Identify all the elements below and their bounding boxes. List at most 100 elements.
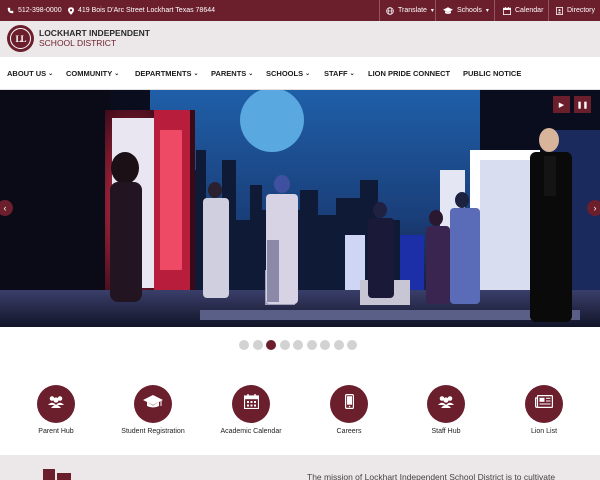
nav-item-label: COMMUNITY	[66, 69, 113, 78]
schools-dropdown[interactable]: Schools ▾	[443, 0, 489, 21]
chevron-down-icon: ⌄	[48, 71, 54, 77]
district-name-line2: SCHOOL DISTRICT	[39, 38, 117, 48]
slide-dot[interactable]	[239, 340, 249, 350]
users-icon	[47, 395, 65, 414]
nav-item-label: STAFF	[324, 69, 348, 78]
graduation-cap-icon	[143, 394, 163, 414]
quick-link-academic-calendar[interactable]: Academic Calendar	[211, 385, 291, 435]
caret-down-icon: ▾	[430, 8, 434, 14]
nav-item-label: SCHOOLS	[266, 69, 304, 78]
quick-link-lion-list[interactable]: Lion List	[504, 385, 584, 435]
slideshow-next-button[interactable]: ›	[587, 200, 600, 216]
nav-item-label: PUBLIC NOTICE	[463, 69, 522, 78]
slide-dot[interactable]	[320, 340, 330, 350]
quick-link-icon-circle	[330, 385, 368, 423]
slideshow-play-button[interactable]: ▶	[553, 96, 570, 113]
slideshow-pause-button[interactable]: ❚❚	[574, 96, 591, 113]
nav-item-community[interactable]: COMMUNITY ⌄	[66, 57, 119, 90]
chevron-down-icon: ⌄	[305, 71, 311, 77]
logo-monogram: LL	[10, 28, 31, 49]
main-navigation: ABOUT US ⌄ COMMUNITY ⌄ DEPARTMENTS ⌄ PARENT…	[0, 57, 600, 90]
nav-item-public-notice[interactable]: PUBLIC NOTICE	[463, 57, 521, 90]
district-logo[interactable]: LL	[7, 25, 34, 52]
slide-dot[interactable]	[252, 340, 263, 350]
calendar-label: Calendar	[515, 7, 544, 14]
quick-link-careers[interactable]: Careers	[309, 385, 389, 435]
slide-dot[interactable]	[333, 340, 344, 350]
quick-link-label: Academic Calendar	[220, 428, 282, 435]
slide-dot[interactable]	[293, 340, 303, 350]
slide-dot[interactable]	[347, 340, 357, 350]
quick-link-label: Parent Hub	[38, 428, 74, 435]
address-link[interactable]: 419 Bois D'Arc Street Lockhart Texas 786…	[68, 0, 215, 21]
nav-item-staff[interactable]: STAFF ⌄	[324, 57, 355, 90]
nav-item-label: ABOUT US	[7, 69, 47, 78]
caret-down-icon: ▾	[485, 8, 489, 14]
nav-item-label: DEPARTMENTS	[135, 69, 192, 78]
topbar-divider	[548, 0, 549, 21]
quick-link-label: Staff Hub	[431, 428, 461, 435]
calendar-icon	[243, 394, 259, 414]
calendar-icon	[503, 6, 511, 15]
slide-dot[interactable]	[279, 340, 290, 350]
directory-label: Directory	[567, 7, 596, 14]
slide-dot[interactable]	[306, 340, 317, 350]
quick-link-icon-circle	[427, 385, 465, 423]
calendar-link[interactable]: Calendar	[503, 0, 543, 21]
mission-text: The mission of Lockhart Independent Scho…	[307, 472, 556, 480]
hero-slideshow[interactable]: ▶ ❚❚ ‹ ›	[0, 90, 600, 327]
address-book-icon	[556, 6, 563, 15]
nav-item-departments[interactable]: DEPARTMENTS ⌄	[135, 57, 199, 90]
utility-bar: 512-398-0000 419 Bois D'Arc Street Lockh…	[0, 0, 600, 21]
topbar-divider	[435, 0, 436, 21]
district-name-line1: LOCKHART INDEPENDENT	[39, 28, 150, 38]
chevron-down-icon: ⌄	[349, 71, 355, 77]
header-band: LL LOCKHART INDEPENDENT SCHOOL DISTRICT	[0, 21, 600, 57]
newspaper-icon	[535, 395, 553, 413]
chevron-down-icon: ⌄	[193, 71, 199, 77]
chevron-left-icon: ‹	[3, 203, 7, 213]
chevron-down-icon: ⌄	[114, 71, 120, 77]
slide-dot[interactable]	[266, 340, 276, 350]
quick-link-label: Student Registration	[121, 428, 185, 435]
users-icon	[437, 395, 455, 414]
phone-link[interactable]: 512-398-0000	[7, 0, 62, 21]
quick-link-student-registration[interactable]: Student Registration	[113, 385, 193, 435]
play-icon: ▶	[558, 101, 565, 109]
quick-link-icon-circle	[232, 385, 270, 423]
quick-link-icon-circle	[37, 385, 75, 423]
mobile-icon	[344, 394, 354, 414]
phone-number: 512-398-0000	[18, 7, 62, 14]
quick-link-parent-hub[interactable]: Parent Hub	[16, 385, 96, 435]
mission-section: The mission of Lockhart Independent Scho…	[0, 455, 600, 480]
schools-label: Schools	[457, 7, 482, 14]
nav-item-label: PARENTS	[211, 69, 247, 78]
hero-photo-theater-stage	[0, 90, 600, 327]
chevron-right-icon: ›	[593, 203, 597, 213]
quick-link-icon-circle	[134, 385, 172, 423]
nav-item-schools[interactable]: SCHOOLS ⌄	[266, 57, 310, 90]
topbar-divider	[494, 0, 495, 21]
graduation-cap-icon	[443, 6, 453, 15]
building-graphic	[43, 469, 71, 480]
quick-link-label: Lion List	[530, 428, 558, 435]
nav-item-parents[interactable]: PARENTS ⌄	[211, 57, 253, 90]
directory-link[interactable]: Directory	[556, 0, 595, 21]
address-text: 419 Bois D'Arc Street Lockhart Texas 786…	[78, 7, 216, 14]
slideshow-pagination	[0, 340, 600, 350]
translate-label: Translate	[398, 7, 427, 14]
quick-link-label: Careers	[336, 428, 362, 435]
phone-icon	[7, 7, 14, 14]
nav-item-label: LION PRIDE CONNECT	[368, 69, 451, 78]
translate-dropdown[interactable]: Translate ▾	[386, 0, 434, 21]
topbar-divider	[379, 0, 380, 21]
chevron-down-icon: ⌄	[248, 71, 254, 77]
pause-icon: ❚❚	[576, 101, 589, 109]
district-name[interactable]: LOCKHART INDEPENDENT SCHOOL DISTRICT	[39, 28, 150, 48]
map-pin-icon	[68, 6, 74, 15]
nav-item-lion-pride-connect[interactable]: LION PRIDE CONNECT	[368, 57, 450, 90]
quick-link-staff-hub[interactable]: Staff Hub	[406, 385, 486, 435]
quick-link-icon-circle	[525, 385, 563, 423]
globe-icon	[386, 6, 394, 15]
nav-item-about-us[interactable]: ABOUT US ⌄	[7, 57, 53, 90]
